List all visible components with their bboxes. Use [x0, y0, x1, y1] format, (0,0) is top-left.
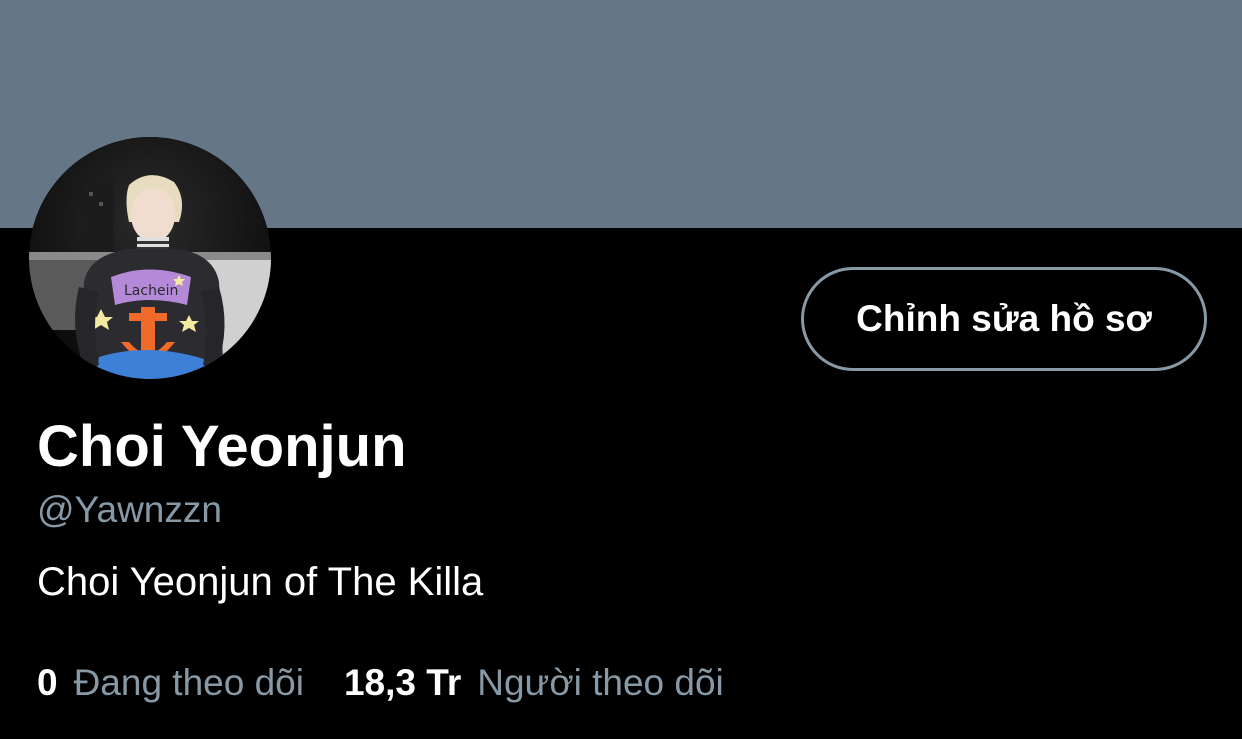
followers-label: Người theo dõi: [477, 662, 724, 703]
avatar-photo-icon: Lachein: [29, 137, 271, 379]
edit-profile-button[interactable]: Chỉnh sửa hồ sơ: [801, 267, 1207, 371]
following-count: 0: [37, 662, 58, 703]
followers-stat-link[interactable]: 18,3 Tr Người theo dõi: [344, 661, 724, 705]
profile-bio: Choi Yeonjun of The Killa: [37, 560, 484, 604]
followers-count: 18,3 Tr: [343, 662, 462, 703]
following-label: Đang theo dõi: [73, 662, 304, 703]
following-stat-link[interactable]: 0 Đang theo dõi: [37, 661, 304, 705]
svg-text:Lachein: Lachein: [124, 283, 178, 299]
profile-page: Lachein Chỉnh sửa hồ sơ Choi Yeonjun @Ya…: [0, 0, 1242, 739]
profile-handle: @Yawnzzn: [37, 489, 222, 530]
profile-stats: 0 Đang theo dõi 18,3 Tr Người theo dõi: [37, 661, 724, 705]
profile-avatar[interactable]: Lachein: [29, 137, 271, 379]
profile-display-name: Choi Yeonjun: [37, 414, 407, 479]
